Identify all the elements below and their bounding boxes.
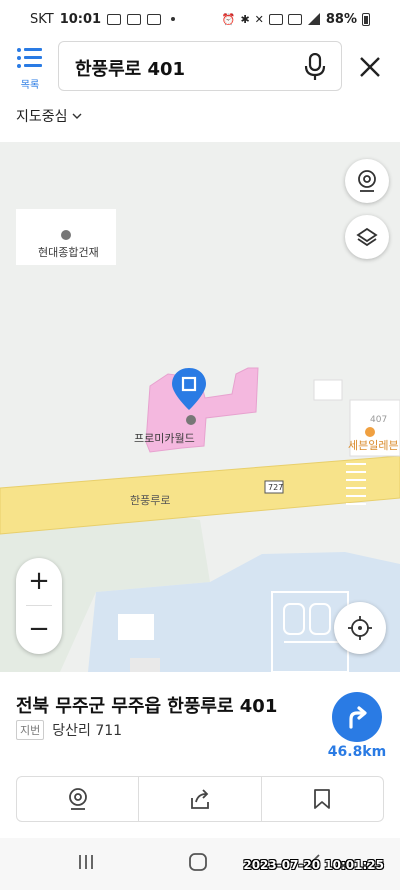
zoom-control: + − <box>16 558 62 654</box>
map-view[interactable]: 현대종합건재 프로미카월드 세븐일레븐 407 한풍루로 727 + − <box>0 142 400 672</box>
app-screen: SKT 10:01 ⏰ ✱ ✕ 88% 목록 한풍루로 401 지도중심 현대종… <box>0 0 400 890</box>
volte-icon <box>268 13 283 25</box>
share-button[interactable] <box>138 777 260 821</box>
search-header: 목록 한풍루로 401 <box>0 38 400 96</box>
jibun-tag: 지번 <box>16 720 45 740</box>
carrier-label: SKT <box>30 11 54 27</box>
bluetooth-icon: ✱ <box>240 12 250 26</box>
current-location-button[interactable] <box>334 602 386 654</box>
list-button-label: 목록 <box>20 80 40 91</box>
action-bar <box>16 776 384 822</box>
zoom-out-button[interactable]: − <box>16 606 62 654</box>
jibun-address: 당산리 711 <box>52 723 123 739</box>
battery-icon <box>362 12 370 26</box>
cctv-button[interactable] <box>345 159 389 203</box>
map-center-label: 지도중심 <box>16 109 68 125</box>
timestamp-overlay: 2023-07-20 10:01:25 <box>243 858 384 872</box>
search-query: 한풍루로 401 <box>75 59 186 80</box>
network-icon <box>287 13 302 25</box>
poi-label[interactable]: 세븐일레븐 <box>348 437 399 453</box>
mute-icon: ✕ <box>254 12 264 26</box>
close-icon[interactable] <box>352 49 388 85</box>
alarm-icon: ⏰ <box>221 12 236 26</box>
notification-icon <box>107 13 122 25</box>
home-icon[interactable] <box>188 852 208 872</box>
battery-level: 88% <box>325 11 357 27</box>
crosshair-icon <box>348 616 372 640</box>
bookmark-icon <box>314 789 331 809</box>
layers-icon <box>356 227 378 247</box>
route-number-label: 727 <box>268 483 284 492</box>
distance-label: 46.8km <box>327 744 387 760</box>
cctv-icon <box>68 788 87 810</box>
recent-apps-icon[interactable] <box>76 852 96 872</box>
road-name-label: 한풍루로 <box>130 494 171 507</box>
status-bar: SKT 10:01 ⏰ ✱ ✕ 88% <box>0 0 400 38</box>
directions-button[interactable] <box>332 692 382 742</box>
list-icon <box>16 48 42 68</box>
cctv-icon <box>358 170 376 192</box>
turn-right-arrow-icon <box>349 706 367 729</box>
list-button[interactable]: 목록 <box>10 42 50 92</box>
layers-button[interactable] <box>345 215 389 259</box>
cctv-view-button[interactable] <box>17 777 138 821</box>
building-number: 407 <box>370 415 388 425</box>
notification-icon <box>147 13 162 25</box>
more-notifications-icon <box>171 17 176 21</box>
jibun-row: 지번 당산리 711 <box>16 720 122 740</box>
bookmark-button[interactable] <box>260 777 383 821</box>
poi-label[interactable]: 프로미카월드 <box>134 430 195 446</box>
signal-icon <box>307 13 320 25</box>
zoom-in-button[interactable]: + <box>16 558 62 606</box>
share-icon <box>191 789 209 809</box>
poi-label[interactable]: 현대종합건재 <box>38 244 99 260</box>
system-nav-bar: 2023-07-20 10:01:25 <box>0 838 400 890</box>
notification-icon <box>127 13 142 25</box>
microphone-icon[interactable] <box>303 53 327 81</box>
map-center-dropdown[interactable]: 지도중심 <box>16 106 82 126</box>
clock: 10:01 <box>59 11 102 27</box>
search-input[interactable]: 한풍루로 401 <box>58 41 342 91</box>
place-address: 전북 무주군 무주읍 한풍루로 401 <box>16 696 278 717</box>
chevron-down-icon <box>72 113 82 119</box>
